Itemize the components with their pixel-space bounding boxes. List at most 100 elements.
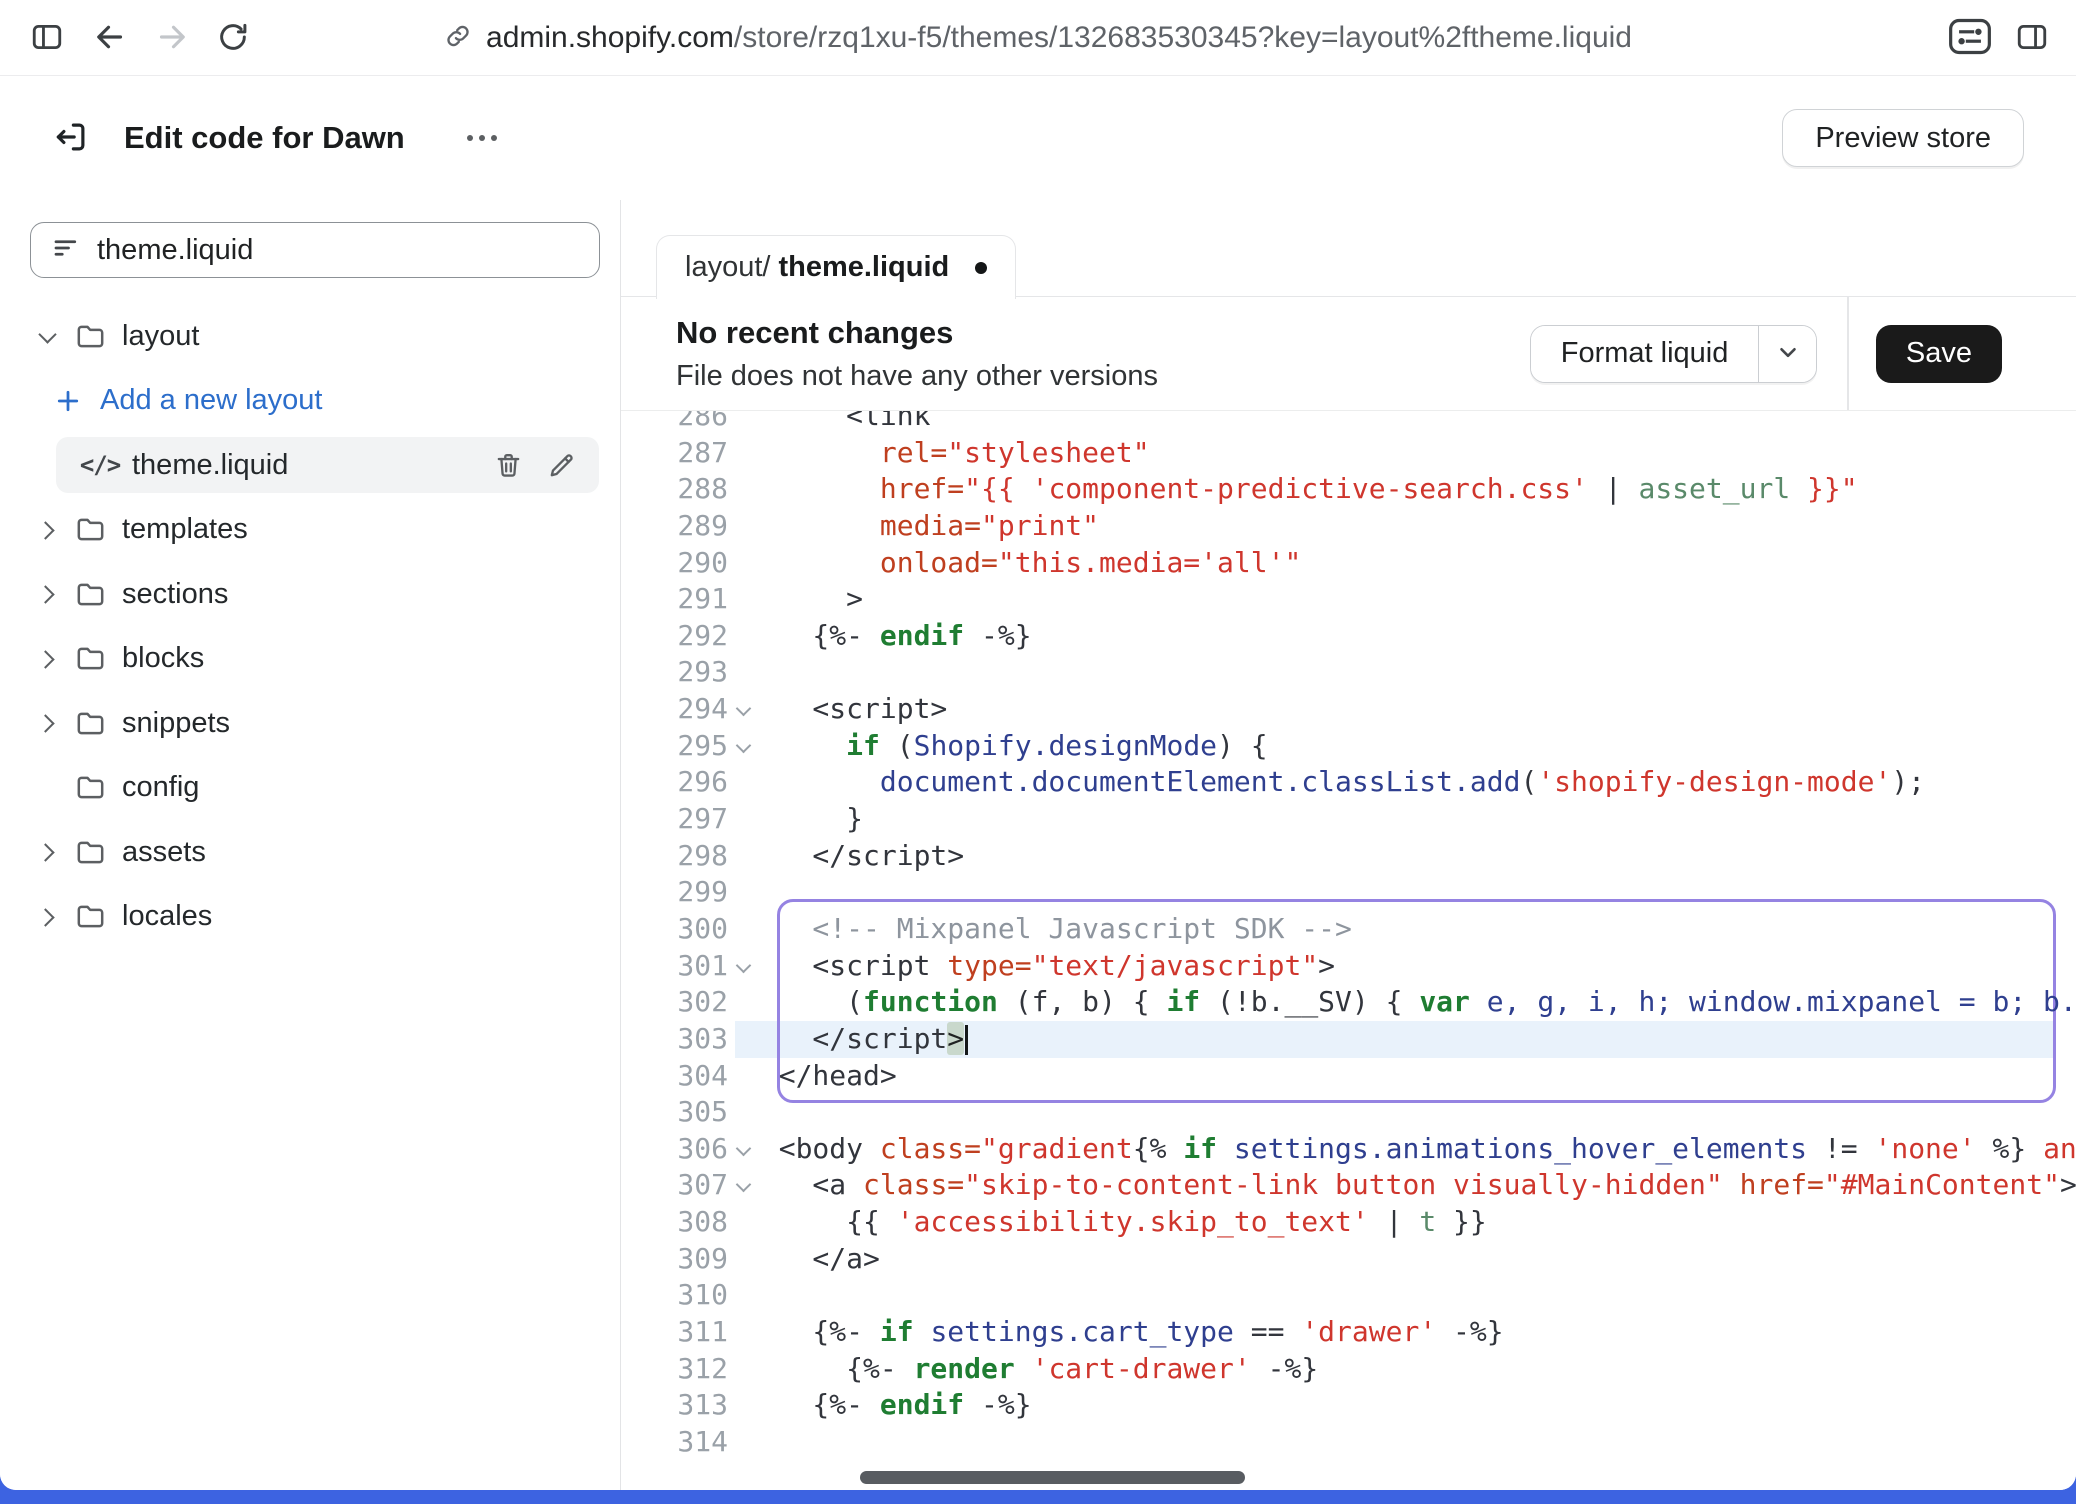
code-editor-viewport[interactable]: 286 <link287 rel="stylesheet"288 href="{… bbox=[621, 411, 2076, 1490]
sidebar-item-add-new-layout[interactable]: Add a new layout bbox=[0, 373, 599, 429]
sidebar-item-label: snippets bbox=[122, 707, 230, 740]
sidebar-item-assets[interactable]: assets bbox=[0, 824, 599, 880]
line-number: 308 bbox=[621, 1204, 728, 1241]
panel-left-icon bbox=[28, 20, 66, 57]
line-number: 309 bbox=[621, 1241, 728, 1278]
link-icon bbox=[444, 22, 472, 55]
preview-store-button[interactable]: Preview store bbox=[1782, 109, 2024, 167]
code-text: onload="this.media='all'" bbox=[745, 545, 1301, 582]
chevron-down-icon bbox=[1775, 339, 1801, 368]
exit-editor-button[interactable] bbox=[52, 118, 90, 159]
code-line-303[interactable]: 303 </script> bbox=[621, 1021, 2076, 1058]
line-number: 310 bbox=[621, 1277, 728, 1314]
line-number: 298 bbox=[621, 838, 728, 875]
chevron-right-icon[interactable] bbox=[38, 907, 58, 927]
code-line-289[interactable]: 289 media="print" bbox=[621, 508, 2076, 545]
code-line-309[interactable]: 309 </a> bbox=[621, 1241, 2076, 1278]
chevron-down-icon[interactable] bbox=[38, 326, 58, 346]
code-line-297[interactable]: 297 } bbox=[621, 801, 2076, 838]
line-number: 301 bbox=[621, 948, 728, 985]
sidebar-item-layout[interactable]: layout bbox=[0, 308, 599, 364]
code-line-290[interactable]: 290 onload="this.media='all'" bbox=[621, 545, 2076, 582]
sidebar-item-blocks[interactable]: blocks bbox=[0, 631, 599, 687]
sidebar-item-config[interactable]: config bbox=[0, 760, 599, 816]
horizontal-scrollbar-thumb[interactable] bbox=[860, 1471, 1245, 1484]
code-line-293[interactable]: 293 bbox=[621, 654, 2076, 691]
folder-icon bbox=[72, 836, 108, 869]
sidebar-item-snippets[interactable]: snippets bbox=[0, 695, 599, 751]
chevron-right-icon[interactable] bbox=[38, 649, 58, 669]
extensions-button[interactable] bbox=[1948, 18, 1992, 58]
reload-button[interactable] bbox=[216, 20, 250, 57]
sidebar-item-templates[interactable]: templates bbox=[0, 502, 599, 558]
sidebar-item-locales[interactable]: locales bbox=[0, 889, 599, 945]
code-line-310[interactable]: 310 bbox=[621, 1277, 2076, 1314]
code-line-296[interactable]: 296 document.documentElement.classList.a… bbox=[621, 764, 2076, 801]
format-liquid-button[interactable]: Format liquid bbox=[1531, 326, 1759, 382]
file-search-input[interactable] bbox=[97, 234, 527, 267]
address-bar[interactable]: admin.shopify.com/store/rzq1xu-f5/themes… bbox=[444, 0, 1632, 76]
code-file-icon: </> bbox=[82, 451, 118, 479]
line-number: 305 bbox=[621, 1094, 728, 1131]
code-line-292[interactable]: 292 {%- endif -%} bbox=[621, 618, 2076, 655]
tab-theme-liquid[interactable]: layout/theme.liquid bbox=[656, 235, 1016, 299]
code-line-312[interactable]: 312 {%- render 'cart-drawer' -%} bbox=[621, 1351, 2076, 1388]
line-number: 287 bbox=[621, 435, 728, 472]
code-line-298[interactable]: 298 </script> bbox=[621, 838, 2076, 875]
forward-arrow-icon bbox=[154, 19, 190, 58]
code-line-302[interactable]: 302 (function (f, b) { if (!b.__SV) { va… bbox=[621, 984, 2076, 1021]
code-line-306[interactable]: 306 <body class="gradient{% if settings.… bbox=[621, 1131, 2076, 1168]
sidebar-item-label: config bbox=[122, 771, 199, 804]
code-line-286[interactable]: 286 <link bbox=[621, 411, 2076, 435]
back-button[interactable] bbox=[92, 19, 128, 58]
code-line-313[interactable]: 313 {%- endif -%} bbox=[621, 1387, 2076, 1424]
code-line-314[interactable]: 314 bbox=[621, 1424, 2076, 1461]
chevron-right-icon[interactable] bbox=[38, 842, 58, 862]
code-line-301[interactable]: 301 <script type="text/javascript"> bbox=[621, 948, 2076, 985]
chevron-right-icon[interactable] bbox=[38, 584, 58, 604]
rename-file-button[interactable] bbox=[542, 446, 581, 485]
code-lines: 286 <link287 rel="stylesheet"288 href="{… bbox=[621, 411, 2076, 1461]
toggle-sidebar-button[interactable] bbox=[28, 20, 66, 57]
tab-bar: layout/theme.liquid bbox=[621, 200, 2076, 297]
code-line-299[interactable]: 299 bbox=[621, 874, 2076, 911]
line-number: 286 bbox=[621, 411, 728, 435]
code-text: </head> bbox=[745, 1058, 897, 1095]
code-line-294[interactable]: 294 <script> bbox=[621, 691, 2076, 728]
line-number: 296 bbox=[621, 764, 728, 801]
format-options-button[interactable] bbox=[1758, 326, 1816, 382]
code-line-300[interactable]: 300 <!-- Mixpanel Javascript SDK --> bbox=[621, 911, 2076, 948]
tab-path-prefix: layout/ bbox=[685, 251, 770, 284]
code-line-287[interactable]: 287 rel="stylesheet" bbox=[621, 435, 2076, 472]
code-line-311[interactable]: 311 {%- if settings.cart_type == 'drawer… bbox=[621, 1314, 2076, 1351]
code-line-307[interactable]: 307 <a class="skip-to-content-link butto… bbox=[621, 1167, 2076, 1204]
save-button[interactable]: Save bbox=[1876, 325, 2002, 383]
code-text: document.documentElement.classList.add('… bbox=[745, 764, 1925, 801]
app-header: Edit code for Dawn Preview store bbox=[0, 76, 2076, 200]
browser-chrome: admin.shopify.com/store/rzq1xu-f5/themes… bbox=[0, 0, 2076, 76]
sidebar-item-theme-liquid[interactable]: </> theme.liquid bbox=[56, 437, 599, 493]
delete-file-button[interactable] bbox=[489, 446, 528, 485]
chevron-right-icon[interactable] bbox=[38, 520, 58, 540]
code-line-288[interactable]: 288 href="{{ 'component-predictive-searc… bbox=[621, 471, 2076, 508]
more-options-button[interactable] bbox=[457, 125, 507, 151]
code-line-291[interactable]: 291 > bbox=[621, 581, 2076, 618]
chevron-right-icon[interactable] bbox=[38, 713, 58, 733]
sidebar-item-label: theme.liquid bbox=[132, 449, 288, 482]
code-line-305[interactable]: 305 bbox=[621, 1094, 2076, 1131]
url-host: admin.shopify.com bbox=[486, 21, 734, 54]
forward-button[interactable] bbox=[154, 19, 190, 58]
line-number: 290 bbox=[621, 545, 728, 582]
page-title: Edit code for Dawn bbox=[124, 120, 405, 156]
tab-file-name: theme.liquid bbox=[778, 251, 949, 284]
code-text: media="print" bbox=[745, 508, 1099, 545]
file-search-box[interactable] bbox=[30, 222, 600, 278]
code-line-308[interactable]: 308 {{ 'accessibility.skip_to_text' | t … bbox=[621, 1204, 2076, 1241]
toggle-right-panel-button[interactable] bbox=[2014, 20, 2050, 57]
filter-icon bbox=[51, 233, 81, 268]
code-text: <!-- Mixpanel Javascript SDK --> bbox=[745, 911, 1352, 948]
code-line-295[interactable]: 295 if (Shopify.designMode) { bbox=[621, 728, 2076, 765]
sidebar-item-sections[interactable]: sections bbox=[0, 566, 599, 622]
code-line-304[interactable]: 304 </head> bbox=[621, 1058, 2076, 1095]
folder-icon bbox=[72, 578, 108, 611]
